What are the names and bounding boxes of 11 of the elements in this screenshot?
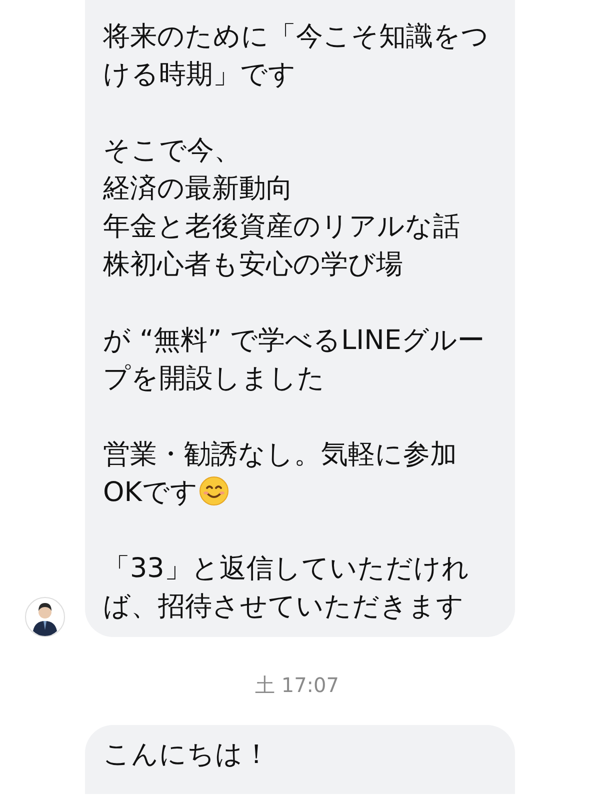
message-text: 「33」と返信していただければ、招待させていただきます: [103, 552, 470, 624]
avatar[interactable]: [25, 597, 65, 637]
message-text: 年金と老後資産のリアルな話: [103, 210, 461, 244]
timestamp: 土 17:07: [255, 672, 339, 699]
message-text: こんにちは！: [103, 738, 271, 772]
message-text: そこで今、: [103, 134, 242, 168]
message-text: が “無料” で学べるLINEグループを開設しました: [103, 324, 486, 396]
message-text: 経済の最新動向: [103, 172, 294, 206]
message-text: 将来のために「今こそ知識をつける時期」です: [103, 20, 490, 92]
message-text: 株初心者も安心の学び場: [103, 248, 404, 282]
message-text: 営業・勧誘なし。気軽に参加OKです: [103, 438, 458, 510]
